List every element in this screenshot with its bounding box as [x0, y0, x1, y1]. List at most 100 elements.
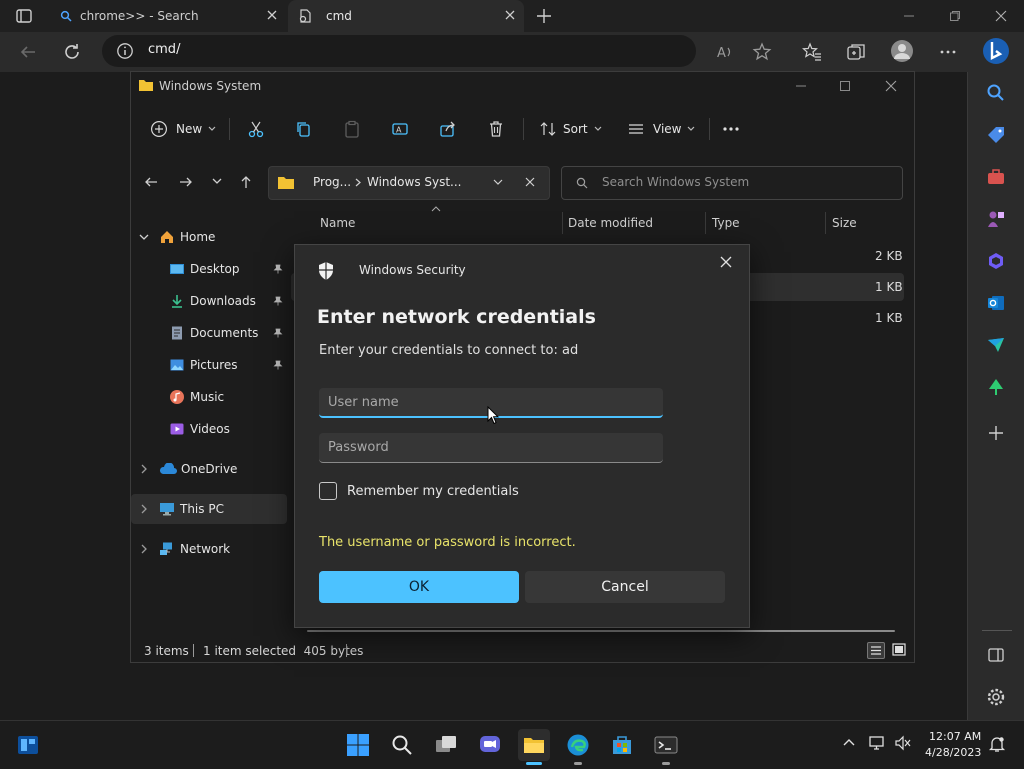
terminal-icon[interactable]: [650, 729, 682, 761]
close-tab-icon[interactable]: [266, 9, 278, 21]
settings-gear-icon[interactable]: [986, 687, 1006, 707]
search-input[interactable]: Search Windows System: [561, 166, 903, 200]
clock-time[interactable]: 12:07 AM: [929, 730, 981, 743]
hide-sidebar-icon[interactable]: [986, 645, 1006, 665]
pin-icon[interactable]: [273, 328, 283, 338]
outlook-icon[interactable]: [986, 293, 1006, 313]
password-input[interactable]: Password: [319, 433, 663, 463]
back-icon[interactable]: [143, 174, 159, 190]
microsoft-365-icon[interactable]: [986, 251, 1006, 271]
column-header-type[interactable]: Type: [712, 216, 740, 238]
cut-icon[interactable]: [247, 120, 265, 138]
pin-icon[interactable]: [273, 296, 283, 306]
cancel-button[interactable]: Cancel: [525, 571, 725, 603]
browser-tab-cmd[interactable]: cmd: [288, 0, 524, 32]
windows-security-dialog: Windows Security Enter network credentia…: [294, 244, 750, 628]
tab-actions-icon[interactable]: [14, 6, 34, 26]
close-icon[interactable]: [719, 255, 733, 269]
favorites-icon[interactable]: [802, 42, 822, 62]
up-icon[interactable]: [238, 174, 254, 190]
bing-icon[interactable]: [982, 36, 1010, 66]
collections-icon[interactable]: [846, 42, 866, 62]
column-header-name[interactable]: Name: [320, 216, 355, 238]
chevron-down-icon: [208, 126, 216, 132]
nav-item-videos[interactable]: Videos: [131, 414, 287, 444]
show-hidden-icons-chevron-up-icon[interactable]: [842, 737, 856, 747]
nav-item-downloads[interactable]: Downloads: [131, 286, 287, 316]
breadcrumb[interactable]: Prog... Windows Syst...: [268, 166, 550, 200]
read-aloud-icon[interactable]: A: [715, 42, 735, 62]
nav-item-this-pc[interactable]: This PC: [131, 494, 287, 524]
rename-icon[interactable]: A: [391, 120, 409, 138]
music-icon: [169, 389, 185, 405]
minimize-icon[interactable]: [886, 0, 932, 32]
breadcrumb-item[interactable]: Windows Syst...: [367, 175, 462, 189]
nav-item-onedrive[interactable]: OneDrive: [131, 454, 287, 484]
nav-item-pictures[interactable]: Pictures: [131, 350, 287, 380]
share-icon[interactable]: [439, 120, 457, 138]
delete-icon[interactable]: [487, 120, 505, 138]
notifications-bell-icon[interactable]: [988, 735, 1006, 753]
breadcrumb-item[interactable]: Prog...: [313, 175, 351, 189]
refresh-icon[interactable]: [62, 42, 82, 62]
column-header-date-modified[interactable]: Date modified: [568, 216, 653, 238]
add-icon[interactable]: [986, 423, 1006, 443]
column-header-size[interactable]: Size: [832, 216, 857, 238]
sort-button[interactable]: Sort: [539, 108, 602, 150]
games-icon[interactable]: [986, 209, 1006, 229]
store-icon[interactable]: [606, 729, 638, 761]
dialog-app-name: Windows Security: [359, 263, 466, 277]
nav-item-music[interactable]: Music: [131, 382, 287, 412]
profile-avatar[interactable]: [890, 39, 914, 63]
close-tab-icon[interactable]: [504, 9, 516, 21]
close-icon[interactable]: [885, 80, 897, 92]
more-options-icon[interactable]: [721, 120, 741, 138]
file-explorer-taskbar-icon[interactable]: [518, 729, 550, 761]
info-icon[interactable]: [116, 42, 134, 60]
copy-icon[interactable]: [295, 120, 313, 138]
search-icon[interactable]: [386, 729, 418, 761]
widgets-icon[interactable]: [12, 729, 44, 761]
view-button[interactable]: View: [627, 108, 695, 150]
new-button[interactable]: New: [150, 108, 216, 150]
paste-icon[interactable]: [343, 120, 361, 138]
edge-icon[interactable]: [562, 729, 594, 761]
ok-button[interactable]: OK: [319, 571, 519, 603]
tree-icon[interactable]: [986, 377, 1006, 397]
add-favorite-icon[interactable]: [752, 42, 772, 62]
nav-item-documents[interactable]: Documents: [131, 318, 287, 348]
search-icon[interactable]: [986, 83, 1006, 103]
recent-locations-chevron-icon[interactable]: [211, 176, 223, 186]
more-options-icon[interactable]: [938, 42, 958, 62]
chat-icon[interactable]: [474, 729, 506, 761]
restore-icon[interactable]: [932, 0, 978, 32]
horizontal-scrollbar[interactable]: [307, 630, 895, 632]
address-bar[interactable]: [102, 35, 696, 67]
details-view-icon[interactable]: [867, 642, 885, 659]
close-icon[interactable]: [978, 0, 1024, 32]
pin-icon[interactable]: [273, 264, 283, 274]
maximize-icon[interactable]: [839, 80, 851, 92]
nav-item-network[interactable]: Network: [131, 534, 287, 564]
large-icons-view-icon[interactable]: [891, 642, 907, 657]
task-view-icon[interactable]: [430, 729, 462, 761]
chevron-down-icon[interactable]: [493, 179, 503, 186]
nav-item-home[interactable]: Home: [131, 222, 287, 252]
new-tab-icon[interactable]: [535, 7, 553, 25]
clear-icon[interactable]: [525, 177, 535, 187]
remember-checkbox[interactable]: [319, 482, 337, 500]
shopping-tag-icon[interactable]: [986, 125, 1006, 145]
volume-muted-icon[interactable]: [894, 735, 912, 751]
clock-date[interactable]: 4/28/2023: [925, 746, 981, 759]
browser-tab-search[interactable]: chrome>> - Search: [48, 0, 286, 32]
pin-icon[interactable]: [273, 360, 283, 370]
nav-item-desktop[interactable]: Desktop: [131, 254, 287, 284]
forward-icon[interactable]: [178, 174, 194, 190]
minimize-icon[interactable]: [795, 80, 807, 92]
send-icon[interactable]: [986, 335, 1006, 355]
start-icon[interactable]: [342, 729, 374, 761]
back-icon[interactable]: [18, 42, 38, 62]
remember-label[interactable]: Remember my credentials: [347, 484, 519, 499]
network-display-icon[interactable]: [868, 735, 886, 751]
tools-icon[interactable]: [986, 167, 1006, 187]
